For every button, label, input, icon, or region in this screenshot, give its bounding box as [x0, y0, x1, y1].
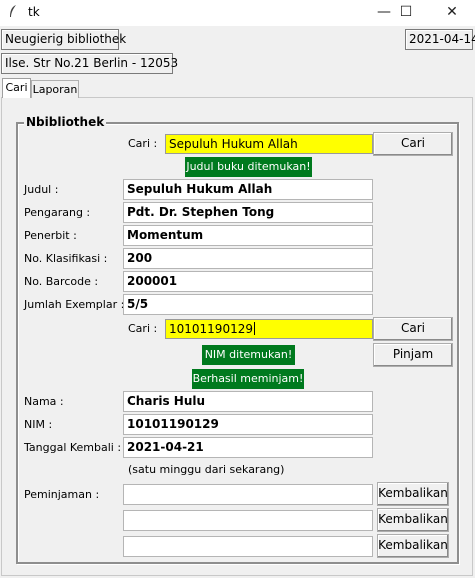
close-icon: ✕ — [446, 4, 458, 20]
book-search-button[interactable]: Cari — [373, 132, 453, 156]
return-date-field[interactable]: 2021-04-21 — [123, 437, 373, 458]
title-bar: tk — ☐ ✕ — [0, 0, 475, 26]
return-button-2[interactable]: Kembalikan — [377, 508, 449, 532]
publisher-field-label: Penerbit : — [24, 229, 77, 242]
barcode-field[interactable]: 200001 — [123, 271, 373, 292]
name-field[interactable]: Charis Hulu — [123, 391, 373, 412]
return-note: (satu minggu dari sekarang) — [128, 463, 285, 476]
title-field[interactable]: Sepuluh Hukum Allah — [123, 179, 373, 200]
copies-field[interactable]: 5/5 — [123, 294, 373, 315]
tab-laporan[interactable]: Laporan — [31, 80, 79, 98]
name-field-label: Nama : — [24, 395, 64, 408]
return-button-3[interactable]: Kembalikan — [377, 534, 449, 558]
maximize-icon: ☐ — [399, 4, 413, 20]
author-field[interactable]: Pdt. Dr. Stephen Tong — [123, 202, 373, 223]
loans-label: Peminjaman : — [24, 488, 100, 501]
barcode-field-label: No. Barcode : — [24, 275, 99, 288]
classification-field-label: No. Klasifikasi : — [24, 252, 108, 265]
library-name-label: Neugierig bibliothek — [1, 29, 126, 50]
maximize-button[interactable]: ☐ — [384, 0, 428, 26]
member-search-input[interactable]: 10101190129 — [165, 319, 373, 339]
copies-field-label: Jumlah Exemplar : — [24, 298, 125, 311]
window-title: tk — [28, 5, 40, 19]
author-field-label: Pengarang : — [24, 206, 91, 219]
loan-entry-3[interactable] — [123, 536, 373, 557]
loan-entry-2[interactable] — [123, 510, 373, 531]
tab-cari[interactable]: Cari — [2, 78, 31, 98]
book-found-status: Judul buku ditemukan! — [185, 157, 312, 177]
close-button[interactable]: ✕ — [430, 0, 474, 26]
date-label: 2021-04-14 — [405, 29, 475, 50]
nim-field[interactable]: 10101190129 — [123, 414, 373, 435]
loan-entry-1[interactable] — [123, 484, 373, 505]
return-button-1[interactable]: Kembalikan — [377, 482, 449, 506]
borrow-button[interactable]: Pinjam — [373, 343, 453, 367]
feather-icon — [8, 4, 18, 22]
frame-title: Nbibliothek — [24, 115, 107, 129]
address-label: Ilse. Str No.21 Berlin - 12053 — [1, 53, 178, 74]
nim-field-label: NIM : — [24, 418, 53, 431]
borrow-success-status: Berhasil meminjam! — [192, 369, 304, 389]
return-date-field-label: Tanggal Kembali : — [24, 441, 122, 454]
title-field-label: Judul : — [24, 183, 59, 196]
member-search-label: Cari : — [128, 322, 158, 335]
text-cursor — [253, 322, 255, 335]
nim-found-status: NIM ditemukan! — [202, 345, 295, 365]
classification-field[interactable]: 200 — [123, 248, 373, 269]
book-search-input[interactable]: Sepuluh Hukum Allah — [165, 134, 373, 154]
member-search-button[interactable]: Cari — [373, 317, 453, 341]
book-search-label: Cari : — [128, 137, 158, 150]
publisher-field[interactable]: Momentum — [123, 225, 373, 246]
